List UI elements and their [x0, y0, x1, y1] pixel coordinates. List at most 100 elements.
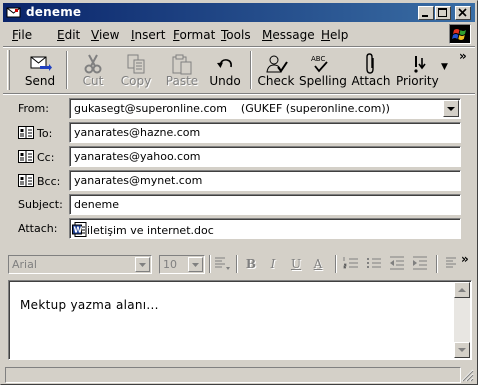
- paste-button[interactable]: Paste: [161, 49, 203, 91]
- decrease-indent-icon: [390, 256, 404, 270]
- maximize-icon: [438, 8, 447, 17]
- from-row: From: gukasegt@superonline.com (GUKEF (s…: [1, 98, 478, 120]
- close-button[interactable]: [455, 6, 471, 20]
- menu-file[interactable]: File: [12, 28, 32, 42]
- cc-row: Cc: yanarates@yahoo.com: [1, 146, 478, 168]
- to-row: To: yanarates@hazne.com: [1, 122, 478, 144]
- font-color-button[interactable]: A: [308, 255, 328, 273]
- font-size-dropdown[interactable]: [188, 257, 203, 272]
- from-select[interactable]: gukasegt@superonline.com (GUKEF (superon…: [69, 98, 461, 119]
- priority-dropdown-icon[interactable]: ▼: [441, 62, 448, 72]
- bcc-field[interactable]: yanarates@mynet.com: [69, 170, 461, 191]
- bold-button[interactable]: B: [241, 255, 261, 273]
- word-document-icon: W: [72, 222, 87, 237]
- toolbar-separator: [66, 51, 68, 89]
- format-overflow-chevron[interactable]: »: [461, 252, 469, 266]
- priority-button[interactable]: Priority: [396, 49, 439, 91]
- cut-button[interactable]: Cut: [75, 49, 111, 91]
- message-window: deneme File Edit View Insert Format Tool…: [0, 0, 478, 385]
- svg-text:W: W: [74, 226, 83, 235]
- menu-message[interactable]: Message: [262, 28, 315, 42]
- spelling-label: Spelling: [299, 74, 347, 88]
- toolbar-grip[interactable]: [7, 50, 10, 90]
- cc-label: Cc:: [37, 151, 55, 164]
- to-field[interactable]: yanarates@hazne.com: [69, 122, 461, 143]
- bcc-label-button[interactable]: Bcc:: [18, 174, 60, 188]
- format-separator: [236, 255, 238, 273]
- menu-edit[interactable]: Edit: [57, 28, 80, 42]
- format-separator: [335, 255, 337, 273]
- from-dropdown-button[interactable]: [443, 100, 459, 117]
- cut-label: Cut: [82, 74, 104, 88]
- scissors-icon: [84, 54, 102, 74]
- maximize-button[interactable]: [435, 6, 451, 20]
- paragraph-style-button[interactable]: [211, 255, 233, 273]
- spelling-icon-text: ABC: [311, 55, 325, 63]
- decrease-indent-button[interactable]: [387, 255, 407, 273]
- envelope-icon: [6, 7, 21, 18]
- to-label-button[interactable]: To:: [18, 126, 52, 140]
- menu-format[interactable]: Format: [173, 28, 215, 42]
- scroll-up-button[interactable]: [454, 282, 470, 298]
- bullet-list-button[interactable]: [364, 255, 384, 273]
- align-button[interactable]: [441, 255, 461, 273]
- underline-button[interactable]: U: [286, 255, 306, 273]
- send-button[interactable]: Send: [21, 49, 59, 91]
- spelling-button[interactable]: ABC Spelling: [299, 49, 347, 91]
- cc-label-button[interactable]: Cc:: [18, 150, 54, 164]
- menu-tools[interactable]: Tools: [221, 28, 251, 42]
- menu-view[interactable]: View: [91, 28, 119, 42]
- font-name-select[interactable]: Arial: [8, 255, 152, 274]
- send-icon: [30, 56, 52, 71]
- copy-button[interactable]: Copy: [115, 49, 157, 91]
- copy-label: Copy: [120, 74, 152, 88]
- send-label: Send: [24, 74, 56, 88]
- italic-button[interactable]: I: [263, 255, 283, 273]
- subject-row: Subject: deneme: [1, 194, 478, 216]
- toolbar-overflow-chevron[interactable]: »: [459, 49, 467, 63]
- attachment-item[interactable]: W iletişim ve internet.doc: [72, 222, 214, 237]
- priority-icon: [414, 56, 426, 73]
- resize-grip-icon[interactable]: [461, 369, 474, 382]
- cc-field[interactable]: yanarates@yahoo.com: [69, 146, 461, 167]
- arrow-up-icon: [458, 288, 466, 292]
- menu-insert[interactable]: Insert: [131, 28, 165, 42]
- subject-label: Subject:: [18, 198, 63, 211]
- attach-button[interactable]: Attach: [351, 49, 391, 91]
- title-bar[interactable]: deneme: [3, 3, 475, 22]
- undo-label: Undo: [209, 74, 241, 88]
- message-body-text: Mektup yazma alanı...: [20, 298, 159, 312]
- menu-help[interactable]: Help: [321, 28, 348, 42]
- paragraph-style-icon: [215, 257, 230, 270]
- copy-icon: [127, 54, 145, 74]
- font-size-value: 10: [163, 258, 177, 271]
- check-label: Check: [257, 74, 295, 88]
- message-body[interactable]: Mektup yazma alanı...: [8, 280, 472, 360]
- minimize-icon: [422, 15, 428, 17]
- chevron-down-icon: [447, 107, 455, 111]
- attachment-filename: iletişim ve internet.doc: [87, 224, 214, 237]
- window-title: deneme: [26, 5, 82, 19]
- undo-button[interactable]: Undo: [207, 49, 243, 91]
- increase-indent-button[interactable]: [410, 255, 430, 273]
- scroll-down-button[interactable]: [454, 342, 470, 358]
- formatting-toolbar: Arial 10 B I U A »: [3, 249, 475, 277]
- main-toolbar: Send Cut Copy Paste Undo Check ABC Spell…: [3, 47, 475, 93]
- font-size-select[interactable]: 10: [159, 255, 205, 274]
- address-book-icon: [18, 150, 34, 163]
- vertical-scrollbar[interactable]: [454, 282, 470, 358]
- from-value: gukasegt@superonline.com (GUKEF (superon…: [74, 102, 390, 115]
- check-names-button[interactable]: Check: [257, 49, 295, 91]
- font-color-label: A: [313, 257, 323, 271]
- bcc-row: Bcc: yanarates@mynet.com: [1, 170, 478, 192]
- address-book-icon: [18, 174, 34, 187]
- chevron-down-icon: [139, 263, 146, 267]
- from-label: From:: [18, 102, 49, 115]
- font-name-dropdown[interactable]: [135, 257, 150, 272]
- subject-field[interactable]: deneme: [69, 194, 461, 215]
- numbered-list-button[interactable]: [341, 255, 361, 273]
- minimize-button[interactable]: [418, 6, 434, 20]
- toolbar-separator: [250, 51, 252, 89]
- paste-icon: [172, 54, 192, 75]
- chevron-down-icon: [192, 263, 199, 267]
